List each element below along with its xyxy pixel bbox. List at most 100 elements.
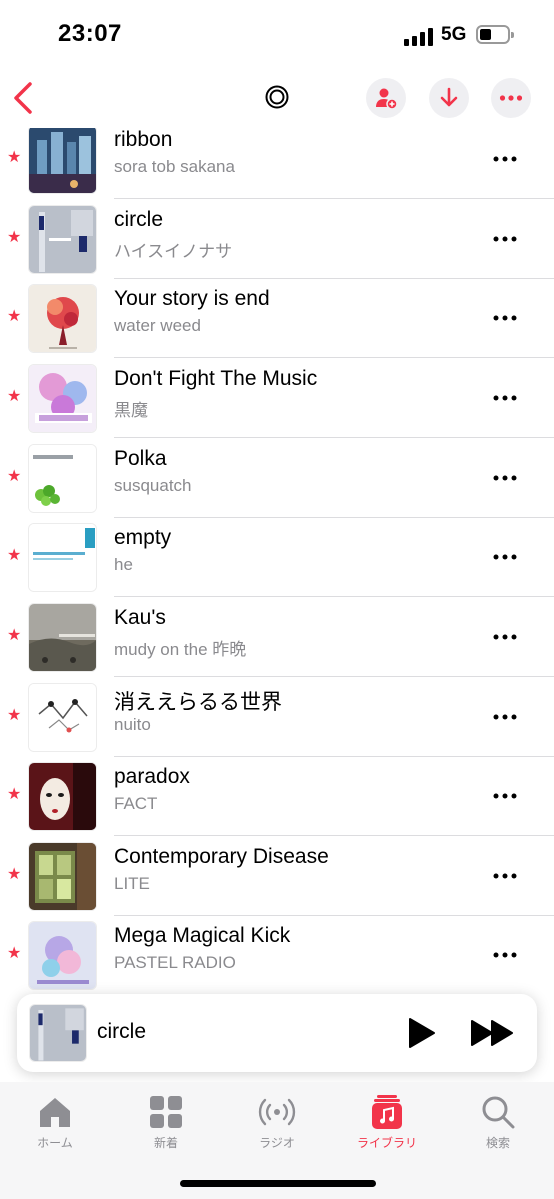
album-art	[28, 284, 97, 353]
song-title: Kau's	[114, 606, 166, 629]
status-time: 23:07	[58, 20, 122, 47]
chevron-left-icon	[14, 82, 32, 114]
song-row[interactable]: ★ paradox FACT	[0, 757, 554, 836]
song-title: Polka	[114, 447, 167, 470]
tab-home[interactable]: ホーム	[5, 1092, 105, 1152]
album-art	[28, 842, 97, 911]
song-row[interactable]: ★ 消ええらるる世界 nuito	[0, 678, 554, 757]
song-artist: 黒魔	[114, 401, 148, 420]
music-library-icon	[372, 1095, 402, 1129]
album-art	[28, 921, 97, 990]
more-icon	[493, 873, 517, 879]
song-list[interactable]: ★ ribbon sora tob sakana ★ circle ハイスイノナ…	[0, 128, 554, 996]
song-row[interactable]: ★ ribbon sora tob sakana	[0, 128, 554, 199]
song-row[interactable]: ★ Contemporary Disease LITE	[0, 837, 554, 916]
target-icon[interactable]	[264, 84, 290, 110]
song-more-button[interactable]	[486, 781, 524, 811]
favorite-star-icon: ★	[7, 786, 22, 803]
download-button[interactable]	[429, 78, 469, 118]
more-icon	[493, 634, 517, 640]
song-more-button[interactable]	[486, 861, 524, 891]
album-art	[28, 364, 97, 433]
more-icon	[493, 952, 517, 958]
song-title: ribbon	[114, 128, 173, 151]
song-artist: he	[114, 555, 133, 574]
battery-icon	[476, 25, 514, 44]
song-row[interactable]: ★ empty he	[0, 518, 554, 597]
album-art	[28, 128, 97, 194]
song-more-button[interactable]	[486, 622, 524, 652]
song-title: circle	[114, 208, 164, 231]
song-more-button[interactable]	[486, 542, 524, 572]
more-icon	[493, 315, 517, 321]
skip-forward-button[interactable]	[469, 1014, 517, 1052]
more-options-button[interactable]	[491, 78, 531, 118]
more-icon	[493, 236, 517, 242]
row-divider	[114, 357, 554, 358]
tab-radio[interactable]: ラジオ	[227, 1092, 327, 1152]
song-title: Mega Magical Kick	[114, 924, 291, 947]
album-art	[28, 603, 97, 672]
row-divider	[114, 676, 554, 677]
network-type: 5G	[441, 24, 467, 45]
song-artist: mudy on the 昨晩	[114, 640, 247, 659]
song-artist: LITE	[114, 874, 150, 893]
song-title: 消ええらるる世界	[114, 691, 282, 714]
more-icon	[493, 793, 517, 799]
tab-label: 新着	[153, 1136, 178, 1150]
album-art	[28, 762, 97, 831]
song-artist: PASTEL RADIO	[114, 953, 236, 972]
favorite-star-icon: ★	[7, 627, 22, 644]
signal-icon	[404, 28, 434, 46]
favorite-star-icon: ★	[7, 945, 22, 962]
song-row[interactable]: ★ Your story is end water weed	[0, 279, 554, 358]
song-more-button[interactable]	[486, 383, 524, 413]
song-more-button[interactable]	[486, 702, 524, 732]
favorite-star-icon: ★	[7, 229, 22, 246]
favorite-star-icon: ★	[7, 866, 22, 883]
song-title: paradox	[114, 765, 190, 788]
song-more-button[interactable]	[486, 940, 524, 970]
song-row[interactable]: ★ Don't Fight The Music 黒魔	[0, 359, 554, 438]
row-divider	[114, 596, 554, 597]
song-row[interactable]: ★ Polka susquatch	[0, 439, 554, 518]
song-more-button[interactable]	[486, 463, 524, 493]
play-button[interactable]	[405, 1014, 439, 1052]
search-icon	[482, 1096, 515, 1129]
tab-search[interactable]: 検索	[448, 1092, 548, 1152]
nav-bar	[0, 70, 554, 128]
more-icon	[493, 156, 517, 162]
favorite-star-icon: ★	[7, 308, 22, 325]
song-row[interactable]: ★ Mega Magical Kick PASTEL RADIO	[0, 916, 554, 995]
home-indicator	[180, 1180, 376, 1187]
favorite-star-icon: ★	[7, 468, 22, 485]
home-icon	[40, 1098, 70, 1127]
album-art	[28, 523, 97, 592]
song-artist: nuito	[114, 715, 151, 734]
now-playing-art	[29, 1004, 87, 1062]
album-art	[28, 444, 97, 513]
song-title: empty	[114, 526, 172, 549]
song-more-button[interactable]	[486, 303, 524, 333]
album-art	[28, 683, 97, 752]
tab-label: ライブラリ	[356, 1136, 417, 1150]
song-artist: susquatch	[114, 476, 192, 495]
more-icon	[493, 554, 517, 560]
radio-icon	[258, 1098, 296, 1126]
tab-new[interactable]: 新着	[116, 1092, 216, 1152]
mini-player[interactable]: circle	[17, 994, 537, 1072]
fast-forward-icon	[471, 1020, 513, 1046]
song-row[interactable]: ★ Kau's mudy on the 昨晩	[0, 598, 554, 677]
add-person-button[interactable]	[366, 78, 406, 118]
song-row[interactable]: ★ circle ハイスイノナサ	[0, 200, 554, 279]
favorite-star-icon: ★	[7, 149, 22, 166]
row-divider	[114, 437, 554, 438]
favorite-star-icon: ★	[7, 707, 22, 724]
tab-library[interactable]: ライブラリ	[337, 1092, 437, 1152]
song-more-button[interactable]	[486, 144, 524, 174]
back-button[interactable]	[10, 78, 40, 118]
play-icon	[409, 1018, 435, 1048]
tab-label: ラジオ	[259, 1136, 295, 1150]
song-more-button[interactable]	[486, 224, 524, 254]
favorite-star-icon: ★	[7, 547, 22, 564]
